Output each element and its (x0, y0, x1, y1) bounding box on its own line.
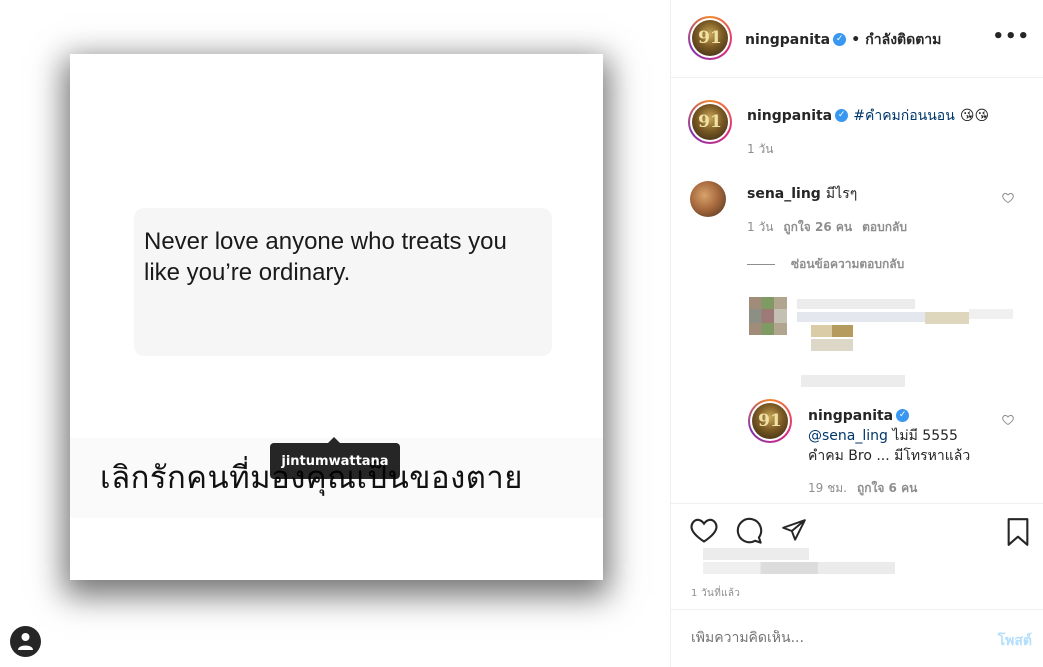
reply-like-icon[interactable] (1002, 414, 1014, 426)
more-options-icon[interactable]: ••• (992, 26, 1030, 47)
caption-username[interactable]: ningpanita (747, 108, 832, 124)
post-details-panel: 91 ningpanita ✓ • กำลังติดตาม ••• 91 ning… (670, 0, 1043, 667)
reply-header: ningpanita ✓ (808, 405, 910, 424)
quote-text: Never love anyone who treats you like yo… (144, 228, 507, 286)
verified-icon: ✓ (835, 109, 849, 122)
header-user-line: ningpanita ✓ • กำลังติดตาม (745, 29, 941, 51)
hide-replies-button[interactable]: ซ่อนข้อความตอบกลับ (747, 255, 904, 274)
share-icon[interactable] (780, 518, 808, 544)
reply-text-line1: ไม่มี 5555 (887, 428, 958, 444)
post-time[interactable]: 1 วันที่แล้ว (691, 586, 740, 601)
caption-hashtag[interactable]: #คำคมก่อนนอน (853, 108, 955, 124)
quote-card: Never love anyone who treats you like yo… (134, 208, 552, 356)
following-button[interactable]: กำลังติดตาม (865, 32, 941, 48)
caption: ningpanita ✓ #คำคมก่อนนอน 😘😘 (747, 105, 989, 127)
comments-list[interactable]: 91 ningpanita ✓ #คำคมก่อนนอน 😘😘 1 วัน sen… (671, 79, 1043, 503)
reply-meta: 19 ชม. ถูกใจ 6 คน (808, 479, 917, 498)
caption-time[interactable]: 1 วัน (747, 140, 773, 159)
comment-likes[interactable]: ถูกใจ 26 คน (783, 220, 852, 234)
post-actions: 1 วันที่แล้ว (671, 503, 1043, 609)
avatar-image: 91 (692, 20, 728, 56)
comment: sena_ling มีไรๆ (747, 183, 857, 205)
post-comment-button[interactable]: โพสต์ (998, 630, 1032, 652)
comment-reply-button[interactable]: ตอบกลับ (862, 220, 907, 234)
like-icon[interactable] (690, 518, 718, 544)
author-avatar[interactable]: 91 (688, 16, 732, 60)
separator-dot: • (851, 32, 861, 48)
caption-emojis: 😘😘 (959, 108, 990, 124)
comment-text: มีไรๆ (825, 186, 858, 202)
user-icon (18, 633, 33, 650)
comment-icon[interactable] (735, 517, 763, 545)
author-username[interactable]: ningpanita (745, 32, 830, 48)
comment-like-icon[interactable] (1002, 192, 1014, 204)
add-comment-bar: โพสต์ (671, 609, 1043, 667)
reply-text-line2: คำคม Bro ... มีโทรหาแล้ว (808, 448, 971, 464)
verified-icon: ✓ (833, 33, 847, 46)
avatar-image: 91 (752, 403, 788, 439)
reply-mention[interactable]: @sena_ling (808, 428, 888, 444)
comment-meta: 1 วัน ถูกใจ 26 คน ตอบกลับ (747, 218, 907, 237)
post-header: 91 ningpanita ✓ • กำลังติดตาม ••• (671, 0, 1043, 78)
comment-username[interactable]: sena_ling (747, 186, 821, 202)
comment-input[interactable] (691, 630, 951, 646)
commenter-avatar[interactable] (690, 181, 726, 217)
reply-likes[interactable]: ถูกใจ 6 คน (857, 481, 917, 495)
reply-text: @sena_ling ไม่มี 5555 (808, 425, 958, 447)
tagged-users-button[interactable] (10, 626, 41, 657)
save-icon[interactable] (1006, 518, 1030, 546)
verified-icon: ✓ (896, 409, 910, 422)
media-viewer: Never love anyone who treats you like yo… (0, 0, 670, 667)
reply-time[interactable]: 19 ชม. (808, 481, 847, 495)
caption-avatar[interactable]: 91 (688, 100, 732, 144)
comment-time[interactable]: 1 วัน (747, 220, 773, 234)
avatar-image: 91 (692, 104, 728, 140)
reply-username[interactable]: ningpanita (808, 408, 893, 424)
user-tag[interactable]: jintumwattana (270, 437, 400, 479)
reply-avatar[interactable]: 91 (748, 399, 792, 443)
post-image[interactable]: Never love anyone who treats you like yo… (70, 54, 603, 580)
